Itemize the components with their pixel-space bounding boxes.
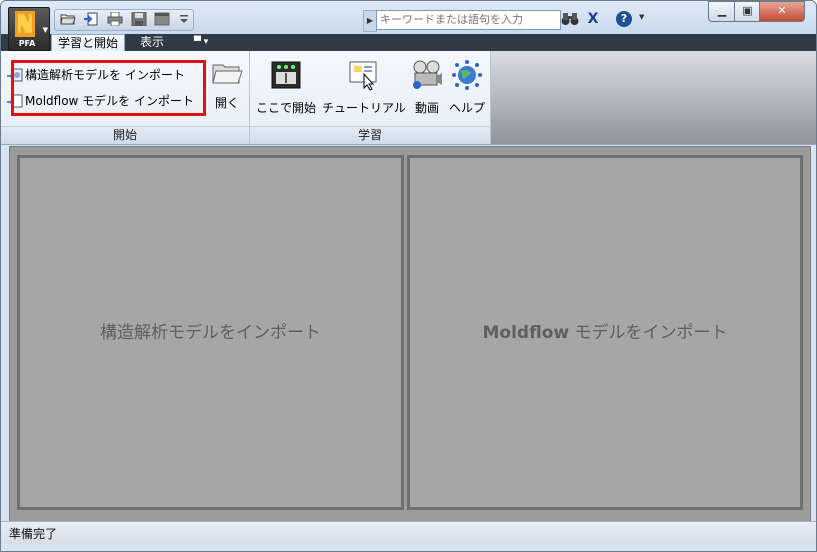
tab-view[interactable]: 表示: [134, 34, 170, 51]
save-icon[interactable]: [131, 12, 147, 26]
help-button[interactable]: ヘルプ: [446, 55, 488, 125]
video-label: 動画: [414, 101, 439, 115]
binoculars-icon[interactable]: [561, 12, 579, 26]
moldflow-bold-text: Moldflow: [482, 323, 570, 343]
import-icon[interactable]: [83, 12, 99, 26]
print-icon[interactable]: [107, 12, 123, 26]
window-bottom-edge: [1, 544, 816, 551]
application-menu-button[interactable]: PFA ▼: [8, 7, 50, 51]
video-camera-icon: [413, 60, 442, 89]
ribbon-tab-row: 学習と開始 表示 ▀ ▾: [1, 34, 816, 52]
search-expand-icon[interactable]: ▶: [363, 10, 377, 32]
quick-access-toolbar: [54, 9, 194, 31]
import-structural-panel[interactable]: 構造解析モデルをインポート: [17, 155, 404, 510]
maximize-button[interactable]: ▣: [734, 1, 761, 22]
status-bar: 準備完了: [1, 521, 816, 544]
group-label-start: 開始: [1, 126, 249, 144]
ribbon-group-learn: ここで開始 チュートリアル 動画 ヘルプ 学習: [250, 51, 491, 144]
status-text: 準備完了: [9, 527, 58, 541]
open-button[interactable]: 開く: [208, 55, 246, 125]
import-commands-highlight: [11, 60, 206, 116]
ribbon-empty-area: [491, 51, 816, 144]
app-logo-icon: [15, 11, 35, 37]
video-button[interactable]: 動画: [408, 55, 446, 125]
app-window: PFA ▼ ▶ キーワードまたは語句を入力 X ? ▼ ▁ ▣ ✕ 学習と開始 …: [0, 0, 817, 552]
help-icon[interactable]: ?: [616, 11, 632, 27]
app-menu-chevron-icon: ▼: [42, 26, 48, 34]
open-label: 開く: [214, 96, 239, 110]
moldflow-rest-text: モデルをインポート: [569, 323, 728, 343]
import-structural-panel-text: 構造解析モデルをインポート: [100, 323, 321, 343]
customize-qat-icon[interactable]: [176, 12, 192, 26]
window-icon[interactable]: [154, 12, 170, 26]
subscription-x-icon[interactable]: X: [585, 10, 601, 28]
search-input[interactable]: [376, 10, 561, 30]
workspace: 構造解析モデルをインポート Moldflow モデルをインポート: [9, 146, 811, 522]
tutorial-icon: [349, 61, 377, 91]
tutorial-label: チュートリアル: [322, 101, 406, 115]
search-area: ▶ X ? ▼: [363, 9, 653, 32]
help-label: ヘルプ: [448, 101, 485, 115]
open-folder-large-icon: [212, 64, 243, 84]
help-globe-icon: [452, 60, 482, 90]
title-bar: PFA ▼ ▶ キーワードまたは語句を入力 X ? ▼ ▁ ▣ ✕: [1, 1, 816, 51]
start-here-label: ここで開始: [255, 101, 316, 115]
close-button[interactable]: ✕: [759, 1, 805, 22]
start-here-icon: [271, 61, 301, 89]
tab-learn-start[interactable]: 学習と開始: [51, 34, 126, 52]
group-label-learn: 学習: [250, 126, 490, 144]
open-folder-icon[interactable]: [60, 12, 76, 26]
minimize-button[interactable]: ▁: [708, 1, 736, 22]
tab-label: 表示: [140, 35, 165, 49]
ribbon-minimize-icon[interactable]: ▀ ▾: [194, 37, 218, 48]
start-here-button[interactable]: ここで開始: [254, 55, 318, 125]
import-moldflow-panel-text: Moldflow モデルをインポート: [410, 318, 800, 343]
app-badge: PFA: [18, 39, 36, 48]
tab-label: 学習と開始: [58, 36, 119, 50]
tutorial-button[interactable]: チュートリアル: [320, 55, 408, 125]
help-chevron-down-icon[interactable]: ▼: [639, 13, 644, 21]
import-moldflow-panel[interactable]: Moldflow モデルをインポート: [407, 155, 803, 510]
